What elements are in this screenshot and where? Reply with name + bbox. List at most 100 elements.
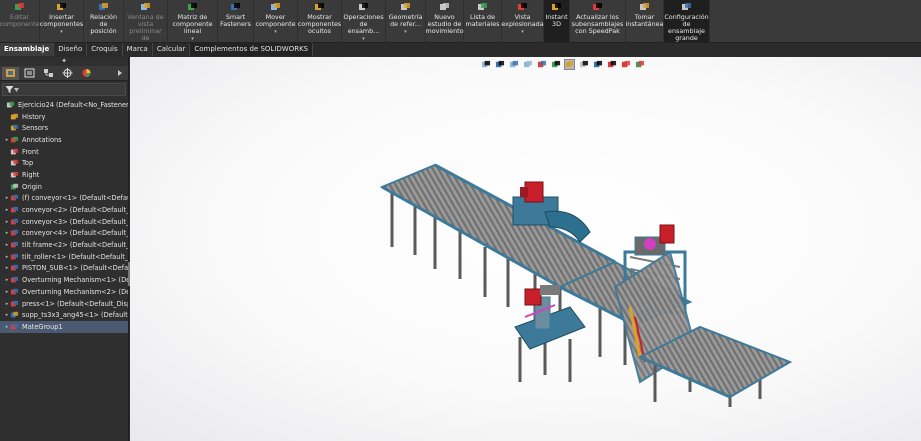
ribbon-icon-wrap — [477, 2, 488, 12]
tree-item[interactable]: Top — [0, 157, 128, 169]
tree-item[interactable]: ▸PISTON_SUB<1> (Default<Default_D — [0, 263, 128, 275]
insertar-button[interactable]: Insertar componentes ▾ — [40, 0, 84, 43]
tomar-button[interactable]: Tomar instantánea — [626, 0, 664, 43]
press-station[interactable] — [514, 285, 586, 382]
ribbon-button-label: Insertar componentes — [39, 13, 84, 28]
tree-icon-wrap — [10, 276, 19, 284]
ventana-button[interactable]: Ventana de vista preliminar de component… — [124, 0, 168, 49]
tree-item[interactable]: ▸tilt_roller<1> (Default<Default_Disp — [0, 251, 128, 263]
tree-icon-wrap — [10, 323, 19, 331]
tree-item[interactable]: Front — [0, 146, 128, 158]
tab-ensamblaje[interactable]: Ensamblaje — [0, 43, 55, 56]
tree-item[interactable]: ▸ MateGroup1 — [0, 321, 128, 333]
ribbon-icon-wrap — [551, 2, 562, 12]
annotation-icon — [10, 136, 19, 143]
ribbon-icon-wrap — [270, 2, 281, 12]
ribbon-icon-wrap — [140, 2, 151, 12]
move-component-icon — [271, 3, 280, 10]
plane-icon — [10, 171, 19, 178]
ribbon-icon-wrap — [56, 2, 67, 12]
feature-tree: Ejercicio24 (Default<No_Fastener>) Histor… — [0, 98, 128, 333]
ribbon-icon-wrap — [592, 2, 603, 12]
mostrar-button[interactable]: Mostrar componentes ocultos — [298, 0, 342, 43]
chevron-down-icon[interactable]: ▾ — [362, 36, 365, 43]
tree-item[interactable]: Origin — [0, 181, 128, 193]
command-manager-tabs: Ensamblaje Diseño Croquis Marca Calcular Comp… — [0, 43, 921, 57]
tree-icon-wrap — [10, 264, 19, 272]
tree-icon-wrap — [10, 194, 19, 202]
ribbon-button-label: Editar componente — [0, 13, 40, 28]
tree-item-label: Overturning Mechanism<2> (Defaul — [22, 287, 128, 296]
tree-item-label: supp_ts3x3_ang45<1> (Default<<De — [22, 311, 128, 320]
component-icon — [10, 195, 19, 201]
panel-pin[interactable]: ✦ — [0, 57, 128, 66]
tab-dise-o[interactable]: Diseño — [54, 43, 88, 56]
tree-item[interactable]: Sensors — [0, 122, 128, 134]
tree-root-assembly[interactable]: Ejercicio24 (Default<No_Fastener>) — [0, 99, 128, 111]
tree-item[interactable]: History — [0, 111, 128, 123]
config-button[interactable]: Configuración de ensamblaje grande — [664, 0, 710, 43]
mover-button[interactable]: Mover componente ▾ — [254, 0, 298, 43]
tree-item[interactable]: ▸(f) conveyor<1> (Default<Default_D — [0, 193, 128, 205]
tree-item-label: Sensors — [22, 124, 49, 133]
tab-complementos-de-solidworks[interactable]: Complementos de SOLIDWORKS — [190, 43, 314, 56]
property-manager-icon — [24, 68, 35, 78]
tab-marca[interactable]: Marca — [123, 43, 153, 56]
tree-item[interactable]: ▸ Annotations — [0, 134, 128, 146]
instant-button[interactable]: Instant 3D — [544, 0, 570, 43]
plane-icon — [10, 148, 19, 154]
operaciones-button[interactable]: Operaciones de ensamb... ▾ — [342, 0, 386, 43]
tree-item[interactable]: ▸Overturning Mechanism<2> (Defaul — [0, 286, 128, 298]
chevron-down-icon[interactable]: ▾ — [404, 29, 407, 36]
manager-tabs-more-button[interactable] — [111, 67, 128, 80]
tree-icon-wrap — [10, 311, 19, 319]
chevron-down-icon[interactable]: ▾ — [60, 29, 63, 36]
lista-button[interactable]: Lista de materiales — [464, 0, 502, 43]
large-assembly-icon — [682, 3, 691, 10]
tree-item[interactable]: ▸conveyor<2> (Default<Default_Disp — [0, 204, 128, 216]
tree-item[interactable]: Right — [0, 169, 128, 181]
assembly-model[interactable] — [130, 57, 921, 441]
tree-item-label: Overturning Mechanism<1> (Defau — [22, 276, 128, 285]
tree-icon-wrap — [10, 288, 19, 296]
editar-button[interactable]: Editar componente — [0, 0, 40, 43]
tree-item[interactable]: ▸Overturning Mechanism<1> (Defau — [0, 274, 128, 286]
relacion-button[interactable]: Relación de posición — [84, 0, 124, 43]
chevron-down-icon[interactable]: ▾ — [191, 36, 194, 43]
tree-item[interactable]: ▸press<1> (Default<Default_Display S — [0, 298, 128, 310]
ribbon-icon-wrap — [639, 2, 650, 12]
manager-tab-bar — [0, 66, 128, 81]
dimxpert-tab[interactable] — [59, 67, 76, 80]
ribbon-button-label: Nuevo estudio de movimiento — [425, 13, 464, 35]
geometria-button[interactable]: Geometría de refer... ▾ — [386, 0, 426, 43]
conveyor-1[interactable] — [379, 163, 618, 335]
ribbon-icon-wrap — [517, 2, 528, 12]
ribbon-button-label: Mover componente — [255, 13, 296, 28]
nuevo-button[interactable]: Nuevo estudio de movimiento — [425, 0, 464, 43]
ribbon-button-label: Geometría de refer... — [388, 13, 423, 28]
matriz-button[interactable]: Matriz de componente lineal ▾ — [168, 0, 218, 43]
configuration-manager-tab[interactable] — [40, 67, 57, 80]
feature-manager-tab[interactable] — [2, 66, 19, 80]
tree-item-label: Front — [22, 147, 39, 156]
actualizar-button[interactable]: Actualizar los subensamblajes con SpeedP… — [570, 0, 626, 43]
tab-croquis[interactable]: Croquis — [87, 43, 123, 56]
chevron-down-icon[interactable]: ▾ — [521, 29, 524, 36]
ribbon-icon-wrap — [98, 2, 109, 12]
tree-filter[interactable] — [2, 83, 126, 96]
tree-item[interactable]: ▸tilt frame<2> (Default<Default_Disp — [0, 239, 128, 251]
component-icon — [10, 206, 19, 213]
command-manager-ribbon: Editar componente Insertar componentes ▾ Re… — [0, 0, 921, 49]
graphics-area[interactable] — [130, 57, 921, 441]
tab-calcular[interactable]: Calcular — [153, 43, 191, 56]
chevron-down-icon[interactable]: ▾ — [274, 29, 277, 36]
property-manager-tab[interactable] — [21, 67, 38, 80]
snapshot-icon — [640, 3, 649, 10]
tree-item-label: conveyor<3> (Default<Default_Disp — [22, 217, 128, 226]
tree-item[interactable]: ▸conveyor<4> (Default<Default_Disp — [0, 228, 128, 240]
vista-button[interactable]: Vista explosionada ▾ — [501, 0, 544, 43]
tree-item[interactable]: ▸supp_ts3x3_ang45<1> (Default<<De — [0, 309, 128, 321]
tree-item[interactable]: ▸conveyor<3> (Default<Default_Disp — [0, 216, 128, 228]
smart-button[interactable]: Smart Fasteners — [218, 0, 254, 43]
display-manager-tab[interactable] — [78, 67, 95, 80]
